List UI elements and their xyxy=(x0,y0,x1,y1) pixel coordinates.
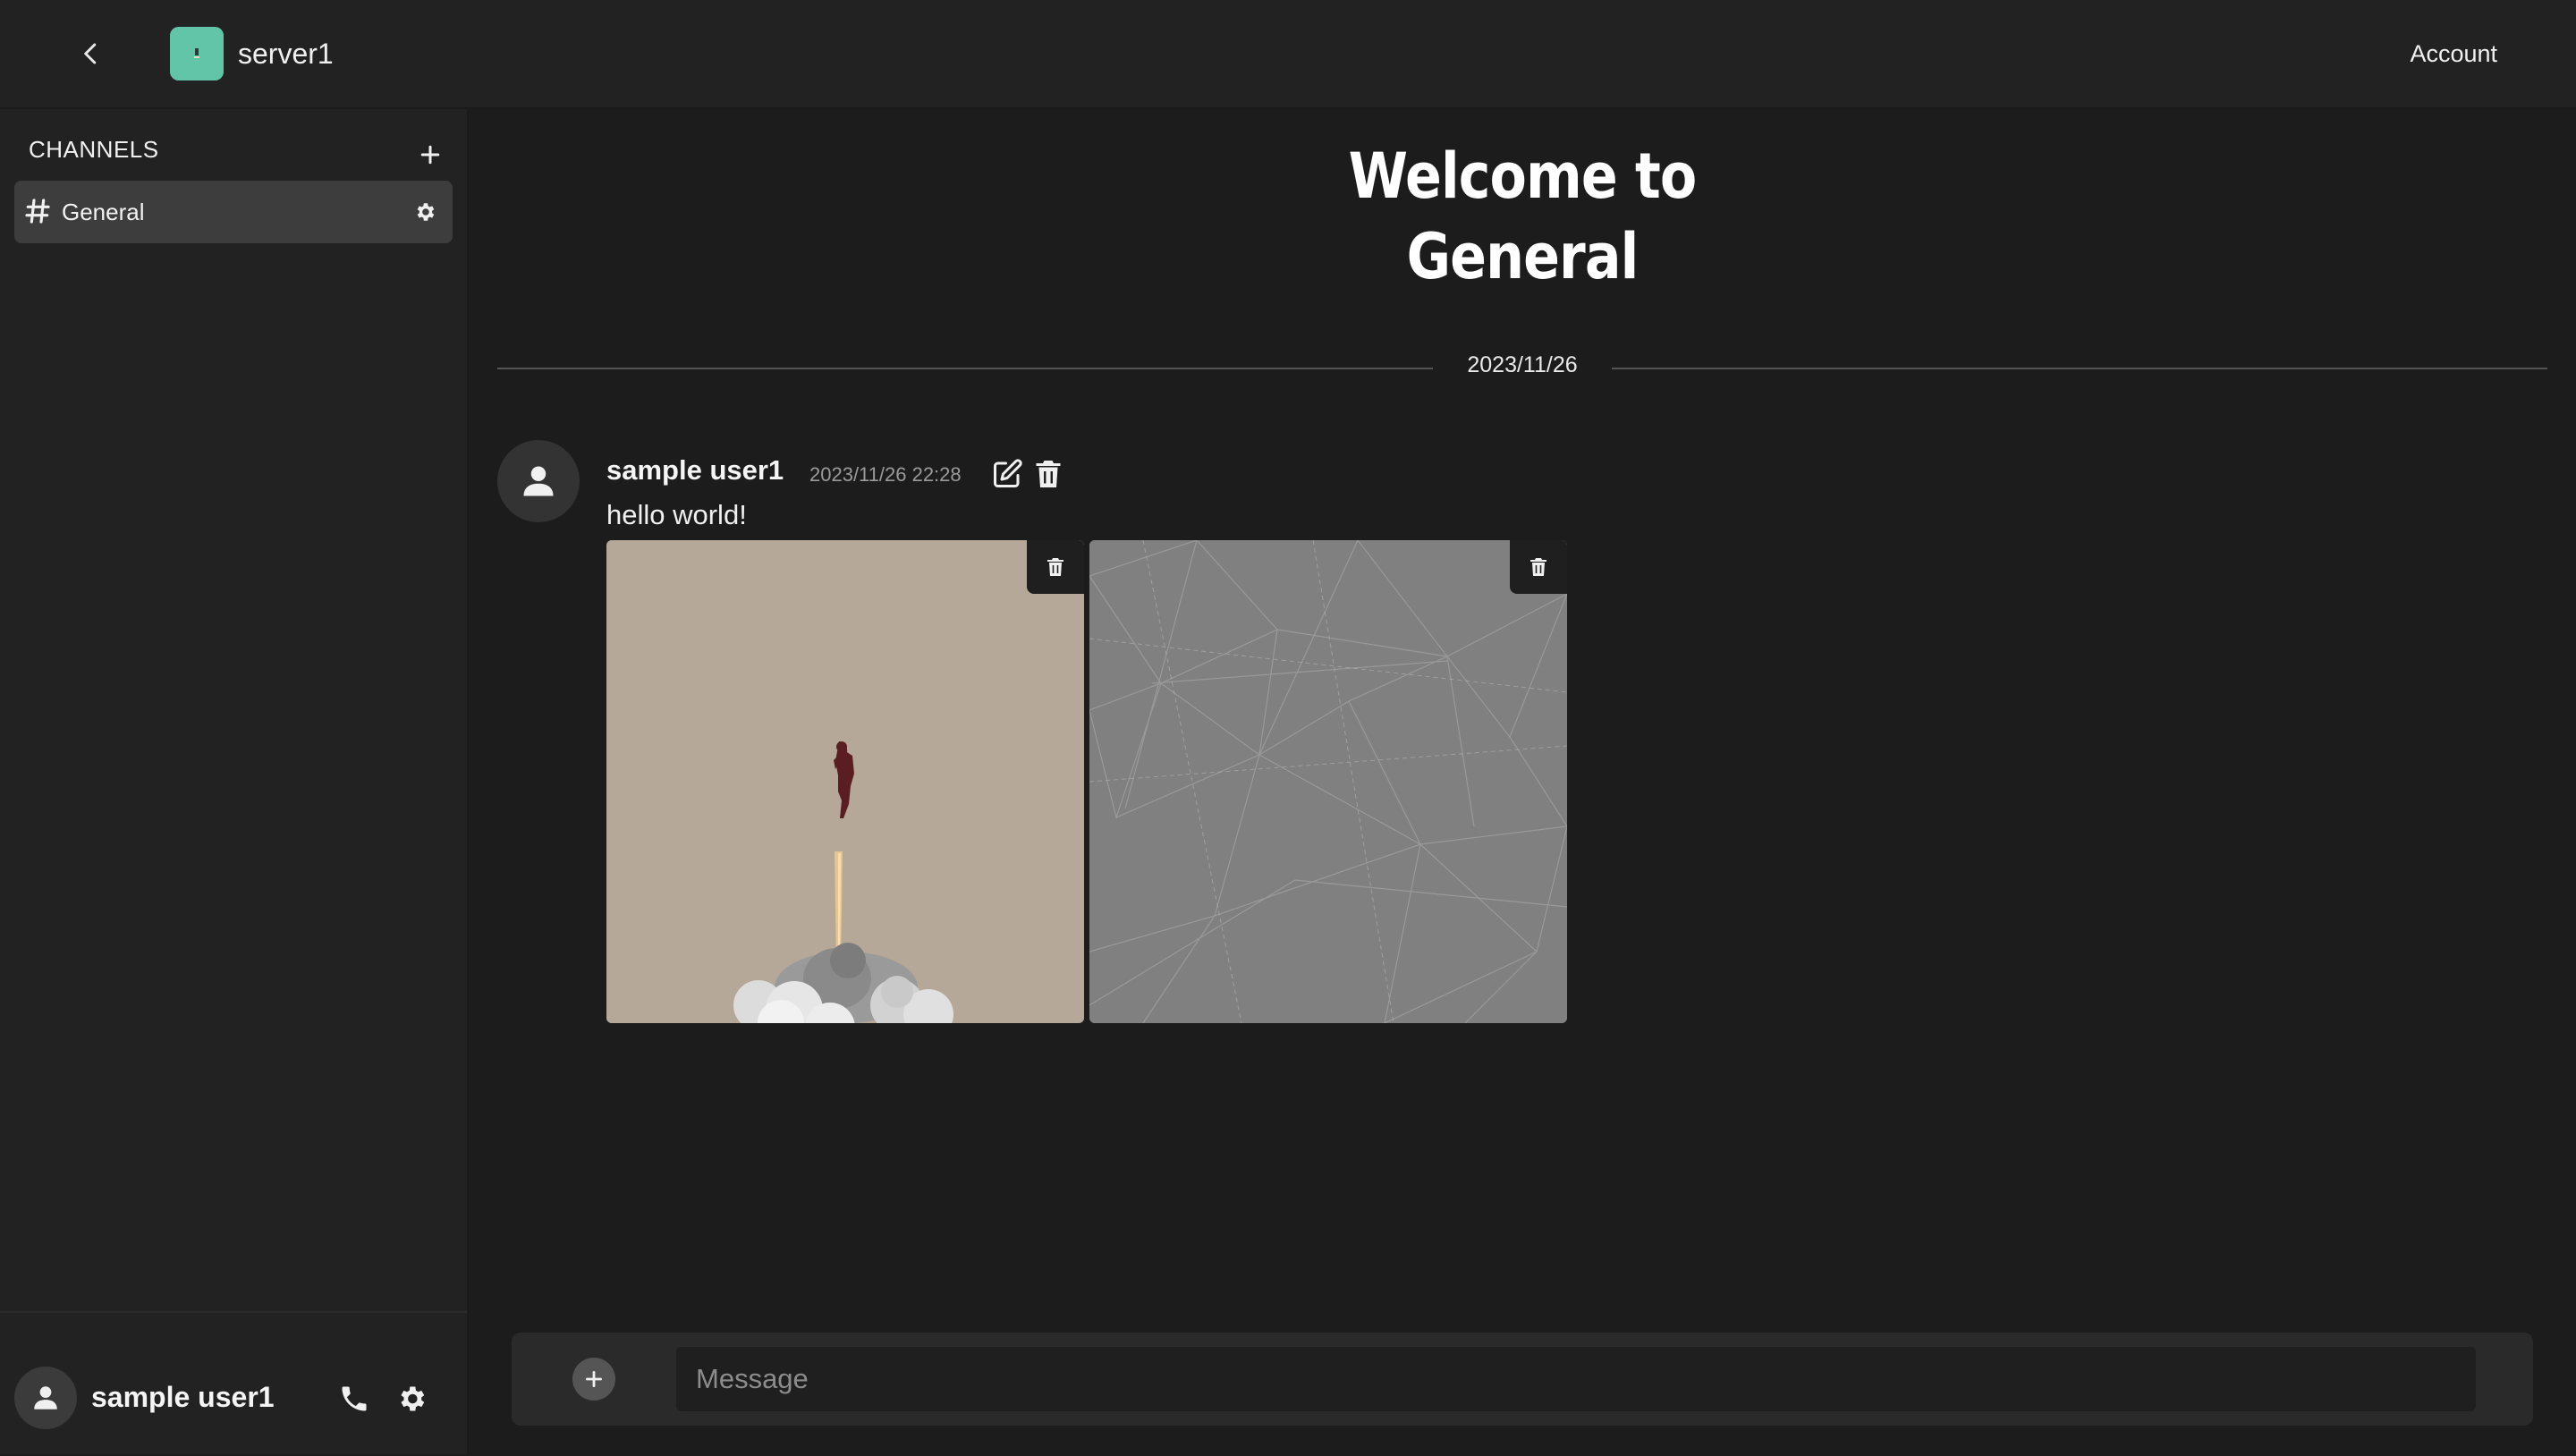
user-settings-button[interactable] xyxy=(395,1383,428,1415)
hash-icon xyxy=(25,199,50,224)
rocket-figure-image xyxy=(606,540,1084,1023)
message-input[interactable] xyxy=(676,1347,2476,1411)
user-icon xyxy=(34,1386,57,1409)
delete-message-button[interactable] xyxy=(1032,458,1064,490)
avatar[interactable] xyxy=(14,1367,77,1429)
channel-sidebar: CHANNELS General sample user1 xyxy=(0,109,469,1454)
chevron-left-icon xyxy=(84,43,97,64)
polygon-texture-image xyxy=(1089,540,1567,1023)
welcome-line-2: General xyxy=(1406,220,1640,293)
welcome-line-1: Welcome to xyxy=(1348,140,1698,213)
edit-message-button[interactable] xyxy=(991,458,1023,490)
trash-icon xyxy=(1530,558,1546,576)
trash-icon xyxy=(1047,558,1063,576)
server-icon[interactable] xyxy=(170,27,224,80)
date-divider-line xyxy=(1612,368,2547,369)
gear-icon xyxy=(417,203,435,221)
delete-attachment-button[interactable] xyxy=(1027,540,1084,594)
date-divider-line xyxy=(497,368,1433,369)
message-author[interactable]: sample user1 xyxy=(606,454,784,487)
voice-call-button[interactable] xyxy=(338,1383,370,1415)
image-attachment[interactable] xyxy=(606,540,1084,1023)
add-channel-button[interactable] xyxy=(417,141,444,168)
user-icon xyxy=(523,466,554,496)
user-panel: sample user1 xyxy=(0,1311,467,1456)
channels-header: CHANNELS xyxy=(29,136,159,163)
edit-icon xyxy=(994,459,1022,487)
delete-attachment-button[interactable] xyxy=(1510,540,1567,594)
account-link[interactable]: Account xyxy=(2410,34,2497,73)
server-avatar-image xyxy=(170,27,224,80)
trash-icon xyxy=(1036,461,1061,487)
message-timestamp: 2023/11/26 22:28 xyxy=(809,463,962,486)
current-user-name: sample user1 xyxy=(91,1381,275,1413)
message-composer xyxy=(512,1333,2533,1426)
message-text: hello world! xyxy=(606,499,747,530)
phone-icon xyxy=(342,1386,367,1411)
message-avatar[interactable] xyxy=(497,440,580,522)
gear-icon xyxy=(401,1386,425,1411)
server-name: server1 xyxy=(238,38,334,70)
back-button[interactable] xyxy=(72,34,111,73)
plus-icon xyxy=(586,1371,602,1387)
channel-settings-button[interactable] xyxy=(413,200,436,224)
date-divider-label: 2023/11/26 xyxy=(1467,352,1578,377)
channel-label: General xyxy=(62,199,145,225)
channel-welcome-title: Welcome to General xyxy=(469,136,2576,297)
image-attachment[interactable] xyxy=(1089,540,1567,1023)
message-area: Welcome to General 2023/11/26 sample use… xyxy=(469,109,2576,1313)
composer-area xyxy=(469,1311,2576,1454)
add-attachment-button[interactable] xyxy=(572,1358,615,1401)
top-bar: server1 Account xyxy=(0,0,2576,109)
plus-icon xyxy=(420,145,440,165)
channel-item-general[interactable]: General xyxy=(14,181,453,243)
